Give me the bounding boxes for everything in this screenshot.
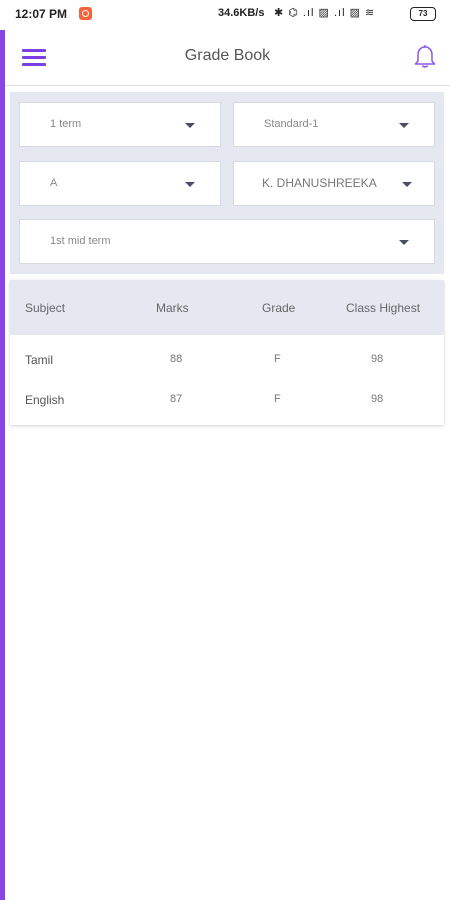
exam-dropdown[interactable]: 1st mid term — [19, 219, 435, 264]
status-icons: ✱ ⌬ .ıl ▨ .ıl ▨ ≋ — [274, 7, 376, 19]
header-class-highest: Class Highest — [346, 301, 421, 315]
chevron-down-icon — [185, 182, 195, 187]
notification-app-icon — [79, 7, 92, 20]
battery-icon: 73 — [410, 7, 436, 21]
status-time: 12:07 PM — [15, 7, 68, 21]
network-speed: 34.6KB/s — [218, 7, 265, 19]
header-subject: Subject — [25, 301, 66, 315]
status-bar: 12:07 PM 34.6KB/s ✱ ⌬ .ıl ▨ .ıl ▨ ≋ 73 — [0, 0, 450, 30]
term-dropdown[interactable]: 1 term — [19, 102, 221, 147]
cell-subject: English — [25, 393, 65, 407]
bell-icon[interactable] — [413, 44, 437, 75]
term-value: 1 term — [50, 118, 82, 130]
cell-grade: F — [274, 353, 281, 365]
cell-grade: F — [274, 393, 281, 405]
cell-marks: 88 — [170, 353, 183, 365]
left-accent-bar — [0, 30, 5, 900]
chevron-down-icon — [399, 240, 409, 245]
chevron-down-icon — [185, 123, 195, 128]
standard-value: Standard-1 — [264, 118, 319, 130]
chevron-down-icon — [399, 123, 409, 128]
cell-subject: Tamil — [25, 353, 54, 367]
standard-dropdown[interactable]: Standard-1 — [233, 102, 435, 147]
section-value: A — [50, 177, 58, 189]
student-value: K. DHANUSHREEKA — [262, 176, 377, 190]
header-marks: Marks — [156, 301, 189, 315]
student-dropdown[interactable]: K. DHANUSHREEKA — [233, 161, 435, 206]
filter-panel: 1 term Standard-1 A K. DHANUSHREEKA 1st … — [10, 92, 444, 274]
cell-class-highest: 98 — [371, 393, 384, 405]
section-dropdown[interactable]: A — [19, 161, 221, 206]
exam-value: 1st mid term — [50, 235, 111, 247]
app-bar: Grade Book — [5, 30, 450, 86]
cell-marks: 87 — [170, 393, 183, 405]
chevron-down-icon — [402, 182, 412, 187]
header-grade: Grade — [262, 301, 296, 315]
grade-table: Subject Marks Grade Class Highest Tamil … — [10, 280, 444, 425]
cell-class-highest: 98 — [371, 353, 384, 365]
page-title: Grade Book — [184, 47, 271, 64]
table-header: Subject Marks Grade Class Highest — [10, 280, 444, 335]
